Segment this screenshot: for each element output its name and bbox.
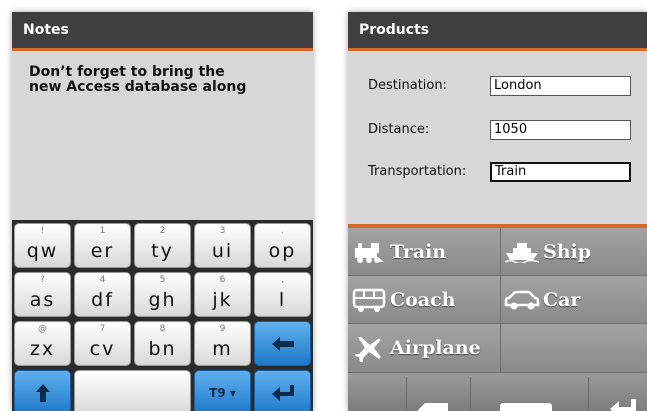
backspace-key[interactable] bbox=[254, 321, 311, 366]
virtual-keyboard: ! qw 1 er 2 ty 3 ui . op ? as 4 df 5 gh … bbox=[12, 220, 313, 411]
key-number: ! bbox=[40, 226, 45, 236]
notes-text-area[interactable]: Don’t forget to bring the new Access dat… bbox=[12, 51, 313, 220]
notes-title: Notes bbox=[12, 12, 313, 51]
key-ui[interactable]: 3 ui bbox=[194, 223, 251, 268]
products-title: Products bbox=[348, 12, 647, 51]
key-bn[interactable]: 8 bn bbox=[134, 321, 191, 366]
key-number: , bbox=[281, 275, 284, 285]
products-screen: Products Destination: London Distance: 1… bbox=[348, 12, 647, 411]
back-softkey-icon[interactable] bbox=[418, 402, 448, 411]
option-coach[interactable]: Coach bbox=[348, 276, 501, 324]
key-gh[interactable]: 5 gh bbox=[134, 272, 191, 317]
key-number: 9 bbox=[219, 324, 226, 334]
key-m[interactable]: 9 m bbox=[194, 321, 251, 366]
key-er[interactable]: 1 er bbox=[74, 223, 131, 268]
key-letters: ty bbox=[151, 240, 174, 262]
key-number: 4 bbox=[99, 275, 106, 285]
transport-options: Train Ship Coach Car Airplane bbox=[348, 228, 647, 373]
key-letters: zx bbox=[29, 338, 56, 360]
return-arrow-icon bbox=[255, 371, 310, 411]
key-letters: er bbox=[90, 240, 115, 262]
left-arrow-icon bbox=[255, 322, 310, 365]
key-letters: gh bbox=[148, 289, 177, 311]
key-ty[interactable]: 2 ty bbox=[134, 223, 191, 268]
key-number: 5 bbox=[159, 275, 166, 285]
key-letters: l bbox=[278, 289, 287, 311]
train-icon bbox=[348, 240, 390, 264]
key-number: 3 bbox=[219, 226, 226, 236]
car-icon bbox=[501, 290, 543, 310]
products-form: Destination: London Distance: 1050 Trans… bbox=[348, 51, 647, 228]
option-coach-label: Coach bbox=[390, 288, 456, 311]
key-number: 6 bbox=[219, 275, 226, 285]
divider bbox=[406, 377, 407, 411]
notes-line-1: Don’t forget to bring the bbox=[29, 64, 225, 80]
key-jk[interactable]: 6 jk bbox=[194, 272, 251, 317]
t9-label: T9 ▾ bbox=[209, 385, 236, 400]
key-l[interactable]: , l bbox=[254, 272, 311, 317]
distance-label: Distance: bbox=[368, 122, 430, 137]
space-softkey-icon[interactable] bbox=[500, 402, 552, 411]
key-number: 7 bbox=[99, 324, 106, 334]
option-train-label: Train bbox=[390, 240, 447, 263]
key-op[interactable]: . op bbox=[254, 223, 311, 268]
key-letters: op bbox=[268, 240, 297, 262]
option-car-label: Car bbox=[543, 288, 581, 311]
key-as[interactable]: ? as bbox=[14, 272, 71, 317]
key-number: 8 bbox=[159, 324, 166, 334]
return-arrow-icon[interactable] bbox=[610, 399, 636, 411]
key-letters: m bbox=[212, 338, 233, 360]
key-letters: as bbox=[29, 289, 56, 311]
key-letters: cv bbox=[89, 338, 116, 360]
enter-key[interactable] bbox=[254, 370, 311, 411]
transportation-field[interactable]: Train bbox=[490, 162, 631, 182]
option-ship-label: Ship bbox=[543, 240, 592, 263]
option-ship[interactable]: Ship bbox=[501, 228, 647, 276]
key-letters: qw bbox=[26, 240, 59, 262]
key-number: @ bbox=[38, 324, 47, 334]
key-zx[interactable]: @ zx bbox=[14, 321, 71, 366]
key-number: 1 bbox=[99, 226, 106, 236]
airplane-icon bbox=[348, 334, 390, 362]
notes-line-2: new Access database along bbox=[29, 79, 247, 95]
key-letters: bn bbox=[148, 338, 177, 360]
key-letters: jk bbox=[212, 289, 233, 311]
destination-label: Destination: bbox=[368, 78, 447, 93]
key-df[interactable]: 4 df bbox=[74, 272, 131, 317]
option-airplane[interactable]: Airplane bbox=[348, 324, 501, 373]
divider bbox=[588, 377, 589, 411]
t9-mode-key[interactable]: T9 ▾ bbox=[194, 370, 251, 411]
coach-icon bbox=[348, 288, 390, 312]
space-key[interactable] bbox=[74, 370, 191, 411]
option-car[interactable]: Car bbox=[501, 276, 647, 324]
key-qw[interactable]: ! qw bbox=[14, 223, 71, 268]
distance-field[interactable]: 1050 bbox=[490, 120, 631, 140]
key-cv[interactable]: 7 cv bbox=[74, 321, 131, 366]
divider bbox=[470, 377, 471, 411]
bottom-softkey-bar bbox=[348, 373, 647, 411]
empty-option-cell bbox=[501, 324, 647, 373]
notes-screen: Notes Don’t forget to bring the new Acce… bbox=[12, 12, 313, 411]
option-train[interactable]: Train bbox=[348, 228, 501, 276]
destination-field[interactable]: London bbox=[490, 76, 631, 96]
key-number: . bbox=[281, 226, 284, 236]
key-letters: df bbox=[91, 289, 114, 311]
key-letters: ui bbox=[211, 240, 234, 262]
up-arrow-icon bbox=[15, 371, 70, 411]
ship-icon bbox=[501, 241, 543, 263]
key-number: ? bbox=[40, 275, 45, 285]
key-number: 2 bbox=[159, 226, 166, 236]
shift-key[interactable] bbox=[14, 370, 71, 411]
transportation-label: Transportation: bbox=[368, 164, 467, 179]
option-airplane-label: Airplane bbox=[390, 337, 481, 359]
